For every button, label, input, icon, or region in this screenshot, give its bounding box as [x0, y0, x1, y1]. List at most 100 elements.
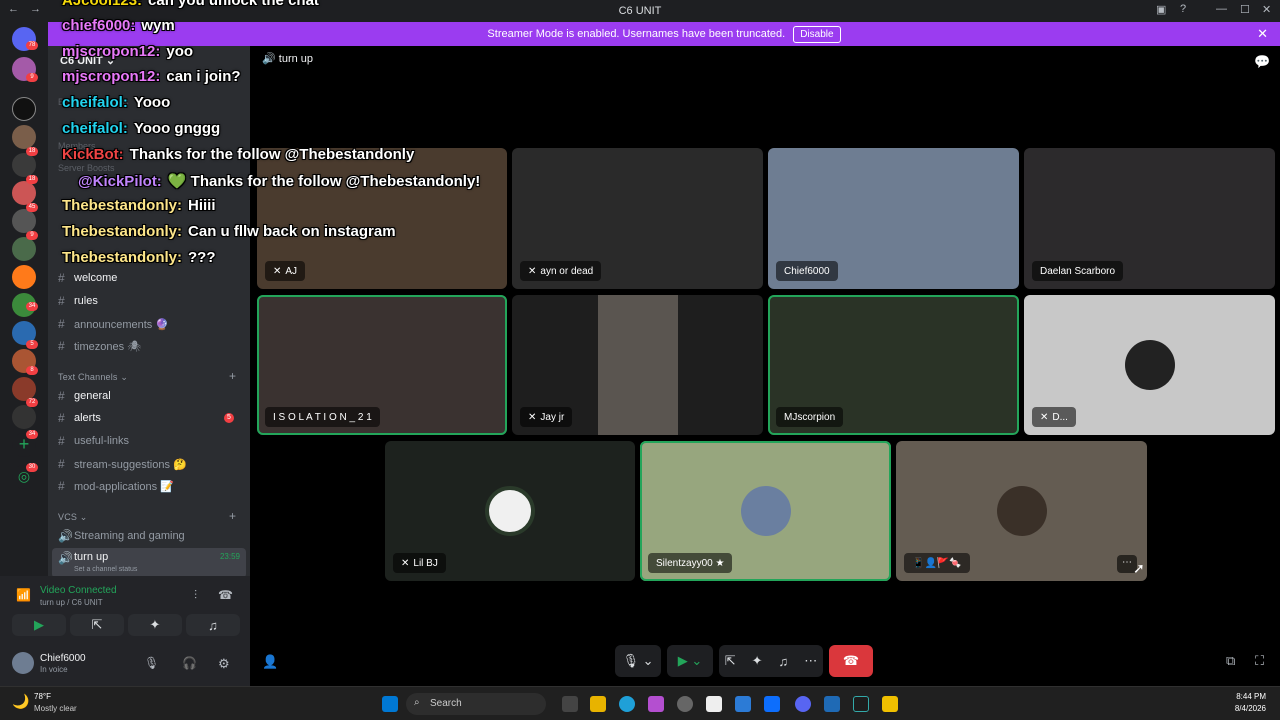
mail-icon[interactable]	[735, 696, 751, 712]
disable-streamer-button[interactable]: Disable	[793, 25, 841, 43]
video-tile[interactable]: Chief6000	[768, 148, 1019, 289]
close-banner-icon[interactable]: ✕	[1257, 26, 1268, 42]
tile-label: MJscorpion	[776, 407, 844, 427]
settings-gear-icon[interactable]: ⚙	[218, 656, 230, 672]
channel-stream-suggestions[interactable]: # stream-suggestions 🤔	[52, 454, 246, 474]
hash-icon: #	[58, 457, 65, 471]
voice-channel-streaming[interactable]: 🔊 Streaming and gaming	[52, 526, 246, 546]
app-icon[interactable]	[677, 696, 693, 712]
invite-icon[interactable]: 👤	[262, 654, 278, 670]
more-icon[interactable]: ⋯	[804, 653, 817, 669]
video-tile[interactable]: ✕ Jay jr	[512, 295, 763, 435]
hash-icon: #	[58, 434, 65, 448]
channel-timezones[interactable]: # timezones 🕷	[52, 336, 246, 356]
app-icon[interactable]	[764, 696, 780, 712]
headphones-icon[interactable]: 🎧	[182, 656, 197, 670]
app-icon[interactable]	[648, 696, 664, 712]
voice-location[interactable]: turn up / C6 UNIT	[40, 598, 103, 607]
hash-icon: #	[58, 479, 65, 493]
discord-icon[interactable]	[795, 696, 811, 712]
soundboard-icon[interactable]: ♫	[779, 654, 789, 669]
channel-welcome[interactable]: # welcome	[52, 268, 246, 288]
voice-channel-turn-up[interactable]: 🔊 turn up 23:59 Set a channel status	[52, 548, 246, 578]
app-icon[interactable]	[853, 696, 869, 712]
user-name[interactable]: Chief6000	[40, 653, 86, 664]
clock-date[interactable]: 8/4/2026	[1220, 704, 1266, 713]
server-icon[interactable]	[12, 405, 36, 429]
speaker-icon: 🔊	[58, 529, 73, 543]
soundboard-button[interactable]: ♫	[186, 614, 240, 636]
disconnect-button[interactable]: ☎	[829, 645, 873, 677]
close-window-icon[interactable]: ✕	[1262, 3, 1271, 16]
disconnect-icon[interactable]: ☎	[218, 588, 233, 602]
weather-desc[interactable]: Mostly clear	[34, 704, 77, 713]
channel-rules[interactable]: # rules	[52, 291, 246, 311]
back-icon[interactable]: ←	[8, 3, 19, 15]
task-view-icon[interactable]	[562, 696, 578, 712]
app-icon[interactable]	[882, 696, 898, 712]
activities-icon[interactable]: ✦	[752, 653, 763, 669]
chat-icon[interactable]: 💬	[1254, 54, 1270, 70]
maximize-icon[interactable]: ☐	[1240, 3, 1250, 16]
channel-mod-applications[interactable]: # mod-applications 📝	[52, 476, 246, 496]
avatar-tile[interactable]: ✕ D...	[1024, 295, 1275, 435]
server-icon[interactable]	[12, 209, 36, 233]
hash-icon: #	[58, 317, 65, 331]
inbox-icon[interactable]: ▣	[1156, 3, 1166, 16]
avatar-tile[interactable]: 📱👤🚩🍬 ⋯	[896, 441, 1147, 581]
add-voice-channel-icon[interactable]: +	[229, 509, 236, 523]
edge-icon[interactable]	[619, 696, 635, 712]
taskbar-search[interactable]: Search	[406, 693, 546, 715]
add-channel-icon[interactable]: +	[229, 369, 236, 383]
notification-badge: 34	[26, 302, 38, 311]
file-explorer-icon[interactable]	[590, 696, 606, 712]
server-icon[interactable]	[12, 97, 36, 121]
search-icon: ⌕	[414, 697, 420, 708]
avatar[interactable]	[12, 652, 34, 674]
activities-button[interactable]: ✦	[128, 614, 182, 636]
voice-timer: 23:59	[219, 552, 240, 561]
minimize-icon[interactable]: —	[1216, 3, 1227, 15]
video-tile[interactable]: MJscorpion	[768, 295, 1019, 435]
camera-button[interactable]: ▶ ⌄	[667, 645, 713, 677]
server-icon[interactable]	[12, 153, 36, 177]
app-icon[interactable]	[706, 696, 722, 712]
noise-suppression-icon[interactable]: ⫶	[194, 588, 197, 603]
windows-start-icon[interactable]	[382, 696, 398, 712]
pop-out-icon[interactable]: ⧉	[1226, 653, 1235, 669]
screen-share-button[interactable]: ⇱	[70, 614, 124, 636]
channel-announcements[interactable]: # announcements 🔮	[52, 314, 246, 334]
app-icon[interactable]	[824, 696, 840, 712]
video-tile[interactable]: Daelan Scarboro	[1024, 148, 1275, 289]
fullscreen-icon[interactable]: ⛶	[1255, 653, 1264, 669]
text-channels-category[interactable]: Text Channels ⌄	[58, 372, 128, 383]
video-tile[interactable]: I S O L A T I O N _ 2 1	[257, 295, 507, 435]
server-icon[interactable]	[12, 265, 36, 289]
chat-line: AJcool123: can you unlock the chat	[62, 0, 319, 9]
speaker-icon: 🔊	[58, 551, 73, 565]
window-title: C6 UNIT	[618, 5, 662, 17]
server-icon[interactable]	[12, 125, 36, 149]
server-icon[interactable]	[12, 181, 36, 205]
forward-icon[interactable]: →	[30, 3, 41, 15]
channel-alerts[interactable]: # alerts 5	[52, 408, 246, 428]
channel-useful-links[interactable]: # useful-links	[52, 431, 246, 451]
channel-status[interactable]: Set a channel status	[74, 566, 137, 573]
avatar-tile[interactable]: Silentzayy00 ★	[640, 441, 891, 581]
tile-label: 📱👤🚩🍬	[904, 553, 970, 573]
video-button[interactable]: ▶	[12, 614, 66, 636]
mic-muted-icon: ✕	[401, 557, 410, 569]
vcs-category[interactable]: VCS ⌄	[58, 512, 88, 523]
channel-general[interactable]: # general	[52, 386, 246, 406]
avatar-tile[interactable]: ✕ Lil BJ	[385, 441, 635, 581]
mic-button[interactable]: 🎙 ⌄	[615, 645, 661, 677]
chat-line: KickBot: Thanks for the follow @Thebestan…	[62, 146, 415, 163]
notification-badge: 8	[26, 366, 38, 375]
screen-share-icon[interactable]: ⇱	[725, 653, 736, 669]
notification-badge: 18	[26, 147, 38, 156]
mic-icon[interactable]: 🎙	[144, 656, 159, 670]
clock-time[interactable]: 8:44 PM	[1220, 692, 1266, 701]
server-icon[interactable]	[12, 237, 36, 261]
weather-temp[interactable]: 78°F	[34, 692, 51, 701]
help-icon[interactable]: ?	[1180, 3, 1186, 15]
